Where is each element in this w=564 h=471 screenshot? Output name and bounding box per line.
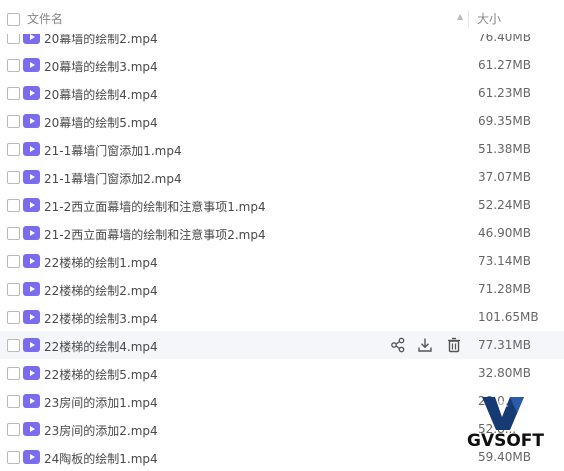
column-header-size[interactable]: 大小 bbox=[477, 10, 501, 27]
file-size: 77.31MB bbox=[478, 338, 531, 352]
row-checkbox[interactable] bbox=[7, 143, 20, 156]
file-name[interactable]: 22楼梯的绘制4.mp4 bbox=[44, 338, 158, 355]
download-icon bbox=[417, 338, 433, 357]
file-list-header: 文件名 ▲ 大小 bbox=[0, 0, 564, 34]
video-file-icon bbox=[23, 86, 40, 100]
share-button[interactable] bbox=[390, 337, 406, 353]
file-name[interactable]: 21-1幕墙门窗添加1.mp4 bbox=[44, 142, 182, 159]
file-size: 32.80MB bbox=[478, 366, 531, 380]
row-checkbox[interactable] bbox=[7, 255, 20, 268]
file-size: 69.35MB bbox=[478, 114, 531, 128]
file-name[interactable]: 22楼梯的绘制2.mp4 bbox=[44, 282, 158, 299]
file-size: 71.28MB bbox=[478, 282, 531, 296]
file-row[interactable]: 22楼梯的绘制2.mp4 71.28MB bbox=[0, 275, 564, 303]
row-checkbox[interactable] bbox=[7, 171, 20, 184]
file-row[interactable]: 20幕墙的绘制4.mp4 61.23MB bbox=[0, 79, 564, 107]
video-file-icon bbox=[23, 198, 40, 212]
delete-button[interactable] bbox=[446, 337, 462, 353]
file-size: 46.90MB bbox=[478, 226, 531, 240]
row-checkbox[interactable] bbox=[7, 59, 20, 72]
file-row[interactable]: 21-2西立面幕墙的绘制和注意事项2.mp4 46.90MB bbox=[0, 219, 564, 247]
file-row[interactable]: 22楼梯的绘制3.mp4 101.65MB bbox=[0, 303, 564, 331]
file-size: 52.24MB bbox=[478, 198, 531, 212]
file-size: 73.14MB bbox=[478, 254, 531, 268]
file-name[interactable]: 24陶板的绘制1.mp4 bbox=[44, 450, 158, 467]
file-row[interactable]: 20幕墙的绘制5.mp4 69.35MB bbox=[0, 107, 564, 135]
file-name[interactable]: 21-2西立面幕墙的绘制和注意事项2.mp4 bbox=[44, 226, 266, 243]
video-file-icon bbox=[23, 366, 40, 380]
row-checkbox[interactable] bbox=[7, 367, 20, 380]
video-file-icon bbox=[23, 58, 40, 72]
video-file-icon bbox=[23, 142, 40, 156]
row-checkbox[interactable] bbox=[7, 227, 20, 240]
file-size: 51.38MB bbox=[478, 142, 531, 156]
file-row[interactable]: 20幕墙的绘制3.mp4 61.27MB bbox=[0, 51, 564, 79]
row-checkbox[interactable] bbox=[7, 339, 20, 352]
video-file-icon bbox=[23, 450, 40, 464]
column-divider[interactable] bbox=[468, 10, 469, 28]
video-file-icon bbox=[23, 338, 40, 352]
file-name[interactable]: 23房间的添加1.mp4 bbox=[44, 394, 158, 411]
row-checkbox[interactable] bbox=[7, 451, 20, 464]
file-size: 61.23MB bbox=[478, 86, 531, 100]
file-name[interactable]: 22楼梯的绘制1.mp4 bbox=[44, 254, 158, 271]
share-icon bbox=[390, 337, 406, 357]
file-name[interactable]: 22楼梯的绘制5.mp4 bbox=[44, 366, 158, 383]
row-checkbox[interactable] bbox=[7, 395, 20, 408]
video-file-icon bbox=[23, 114, 40, 128]
file-size: 37.07MB bbox=[478, 170, 531, 184]
video-file-icon bbox=[23, 170, 40, 184]
file-name[interactable]: 21-2西立面幕墙的绘制和注意事项1.mp4 bbox=[44, 198, 266, 215]
video-file-icon bbox=[23, 254, 40, 268]
file-name[interactable]: 20幕墙的绘制5.mp4 bbox=[44, 114, 158, 131]
row-checkbox[interactable] bbox=[7, 115, 20, 128]
video-file-icon bbox=[23, 310, 40, 324]
file-size: 61.27MB bbox=[478, 58, 531, 72]
file-row[interactable]: 21-2西立面幕墙的绘制和注意事项1.mp4 52.24MB bbox=[0, 191, 564, 219]
gvsoft-shield-icon bbox=[482, 397, 524, 430]
file-row[interactable]: 22楼梯的绘制1.mp4 73.14MB bbox=[0, 247, 564, 275]
gvsoft-watermark-logo: GVSOFT bbox=[462, 395, 562, 463]
row-checkbox[interactable] bbox=[7, 423, 20, 436]
row-checkbox[interactable] bbox=[7, 87, 20, 100]
file-name[interactable]: 20幕墙的绘制4.mp4 bbox=[44, 86, 158, 103]
video-file-icon bbox=[23, 394, 40, 408]
download-button[interactable] bbox=[417, 337, 433, 353]
video-file-icon bbox=[23, 226, 40, 240]
row-checkbox[interactable] bbox=[7, 199, 20, 212]
sort-arrow-icon[interactable]: ▲ bbox=[457, 12, 463, 21]
delete-icon bbox=[446, 337, 462, 357]
file-name[interactable]: 22楼梯的绘制3.mp4 bbox=[44, 310, 158, 327]
file-size: 101.65MB bbox=[478, 310, 539, 324]
file-row[interactable]: 21-1幕墙门窗添加1.mp4 51.38MB bbox=[0, 135, 564, 163]
select-all-checkbox[interactable] bbox=[7, 13, 20, 26]
file-name[interactable]: 23房间的添加2.mp4 bbox=[44, 422, 158, 439]
row-checkbox[interactable] bbox=[7, 283, 20, 296]
video-file-icon bbox=[23, 422, 40, 436]
row-checkbox[interactable] bbox=[7, 311, 20, 324]
column-header-name[interactable]: 文件名 bbox=[27, 10, 63, 27]
file-name[interactable]: 20幕墙的绘制3.mp4 bbox=[44, 58, 158, 75]
file-row[interactable]: 21-1幕墙门窗添加2.mp4 37.07MB bbox=[0, 163, 564, 191]
watermark-text: GVSOFT bbox=[467, 431, 545, 451]
file-row[interactable]: 22楼梯的绘制5.mp4 32.80MB bbox=[0, 359, 564, 387]
file-row[interactable]: 22楼梯的绘制4.mp4 77.31MB bbox=[0, 331, 564, 359]
video-file-icon bbox=[23, 282, 40, 296]
file-name[interactable]: 21-1幕墙门窗添加2.mp4 bbox=[44, 170, 182, 187]
